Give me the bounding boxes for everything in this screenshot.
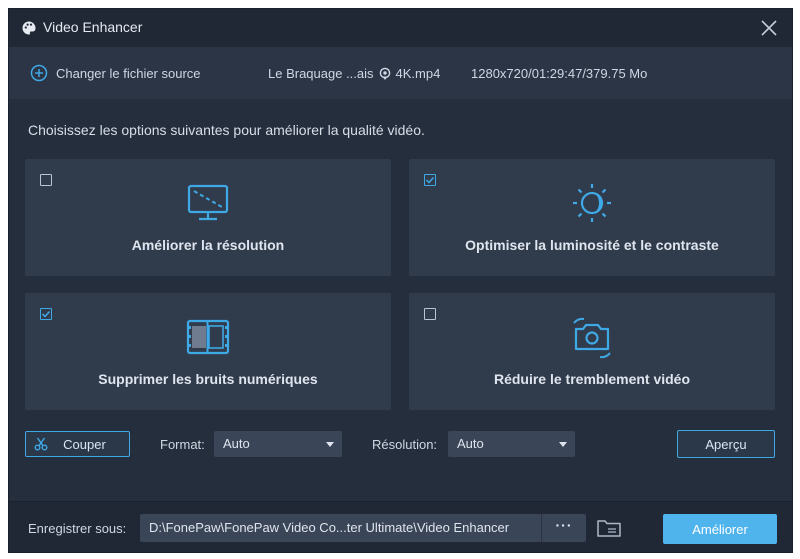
preview-button[interactable]: Aperçu bbox=[677, 430, 775, 458]
chevron-down-icon bbox=[559, 442, 567, 447]
change-source-label: Changer le fichier source bbox=[56, 65, 201, 81]
format-label: Format: bbox=[160, 437, 205, 452]
resolution-value: Auto bbox=[457, 436, 484, 451]
preview-label: Aperçu bbox=[705, 436, 747, 452]
browse-more-button[interactable]: ··· bbox=[541, 514, 586, 542]
option-card-stabilize[interactable]: Réduire le tremblement vidéo bbox=[409, 293, 775, 410]
stabilize-label: Réduire le tremblement vidéo bbox=[493, 371, 691, 387]
close-icon[interactable] bbox=[760, 19, 778, 37]
option-card-denoise[interactable]: Supprimer les bruits numériques bbox=[25, 293, 391, 410]
denoise-label: Supprimer les bruits numériques bbox=[98, 371, 318, 387]
scissors-icon bbox=[34, 437, 48, 451]
cut-button[interactable]: Couper bbox=[25, 431, 130, 457]
format-select[interactable]: Auto bbox=[214, 431, 342, 457]
window-title: Video Enhancer bbox=[43, 19, 143, 35]
check-icon bbox=[425, 176, 435, 184]
stabilize-checkbox[interactable] bbox=[424, 308, 436, 320]
file-name-text: Le Braquage ...ais bbox=[268, 66, 374, 81]
folder-icon[interactable] bbox=[596, 517, 622, 539]
enhance-button[interactable]: Améliorer bbox=[663, 514, 777, 544]
resolution-checkbox[interactable] bbox=[40, 174, 52, 186]
save-footer: Enregistrer sous: D:\FonePaw\FonePaw Vid… bbox=[9, 501, 792, 552]
brightness-checkbox[interactable] bbox=[424, 174, 436, 186]
brightness-icon bbox=[573, 184, 611, 222]
monitor-upscale-icon bbox=[187, 184, 229, 221]
source-file-meta: 1280x720/01:29:47/379.75 Mo bbox=[471, 66, 648, 81]
cut-label: Couper bbox=[63, 436, 106, 452]
title-bar: Video Enhancer bbox=[9, 9, 792, 47]
save-as-label: Enregistrer sous: bbox=[28, 521, 127, 536]
video-enhancer-window: Video Enhancer Changer le fichier source… bbox=[8, 8, 793, 553]
options-toolbar: Couper Format: Auto Résolution: Auto Ape… bbox=[9, 429, 792, 463]
resolution-field-label: Résolution: bbox=[372, 437, 438, 452]
resolution-select[interactable]: Auto bbox=[448, 431, 575, 457]
save-path-field[interactable]: D:\FonePaw\FonePaw Video Co...ter Ultima… bbox=[140, 514, 586, 542]
palette-icon bbox=[22, 21, 36, 35]
save-path-text: D:\FonePaw\FonePaw Video Co...ter Ultima… bbox=[149, 520, 510, 535]
chevron-down-icon bbox=[326, 442, 334, 447]
change-source-button[interactable]: Changer le fichier source bbox=[30, 64, 201, 82]
add-circle-icon bbox=[30, 64, 48, 82]
option-card-resolution[interactable]: Améliorer la résolution bbox=[25, 159, 391, 276]
file-suffix-text: 4K.mp4 bbox=[395, 66, 441, 81]
camera-stabilize-icon bbox=[573, 317, 611, 359]
film-denoise-icon bbox=[186, 319, 230, 355]
check-icon bbox=[41, 310, 51, 318]
denoise-checkbox[interactable] bbox=[40, 308, 52, 320]
resolution-label: Améliorer la résolution bbox=[131, 237, 285, 253]
location-pin-icon bbox=[379, 67, 390, 80]
source-file-name: Le Braquage ...ais 4K.mp4 bbox=[268, 66, 440, 81]
option-card-brightness[interactable]: Optimiser la luminosité et le contraste bbox=[409, 159, 775, 276]
brightness-label: Optimiser la luminosité et le contraste bbox=[465, 237, 719, 253]
format-value: Auto bbox=[223, 436, 250, 451]
source-file-bar: Changer le fichier source Le Braquage ..… bbox=[9, 47, 792, 99]
instructions-text: Choisissez les options suivantes pour am… bbox=[28, 122, 425, 138]
